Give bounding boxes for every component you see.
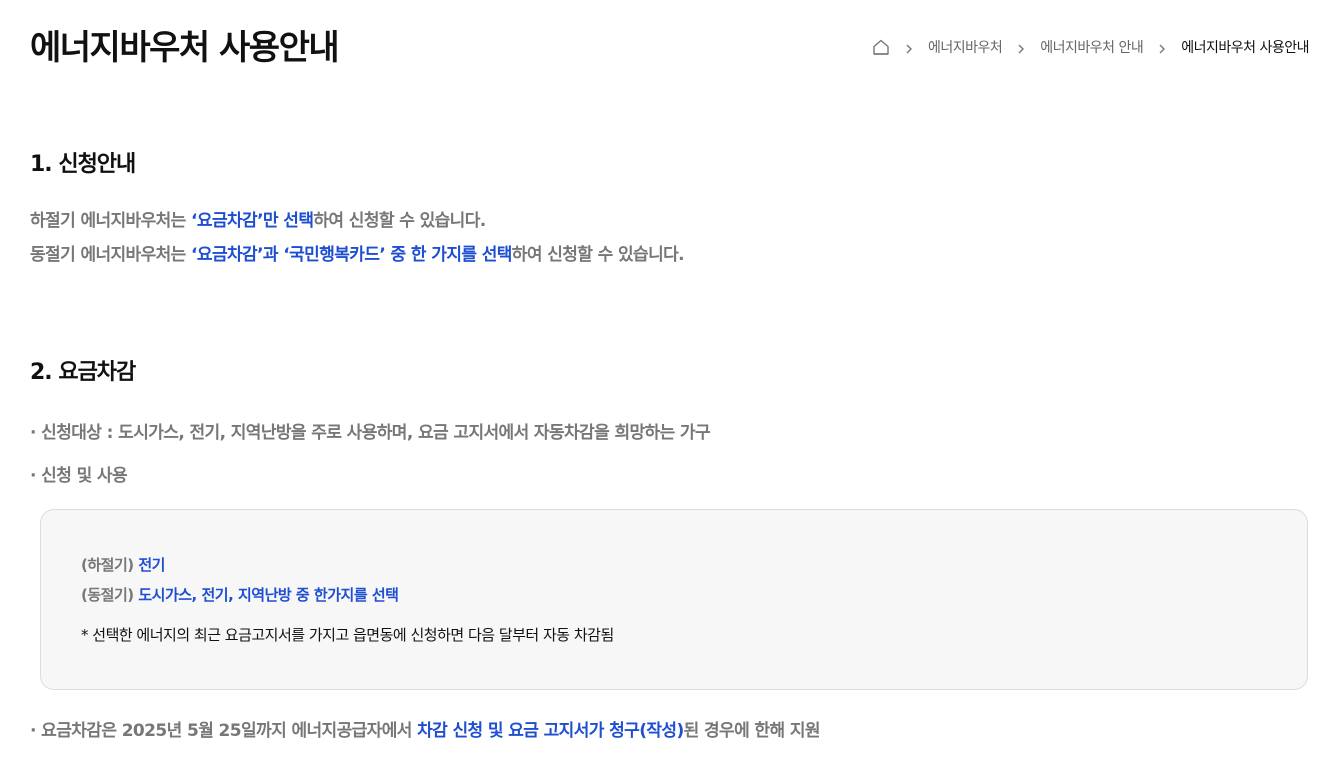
chevron-right-icon [1016, 42, 1026, 54]
highlight-text: ‘요금차감’과 ‘국민행복카드’ 중 한 가지를 선택 [191, 245, 512, 265]
breadcrumb-item-energy-voucher[interactable]: 에너지바우처 [928, 37, 1003, 57]
season-label: (동절기) [81, 586, 139, 604]
eligibility-bullet: · 신청대상 : 도시가스, 전기, 지역난방을 주로 사용하며, 요금 고지서… [30, 423, 711, 443]
season-label: (하절기) [81, 556, 139, 574]
deduction-deadline-bullet: · 요금차감은 2025년 5월 25일까지 에너지공급자에서 차감 신청 및 … [30, 716, 821, 741]
text-segment: · 요금차감은 2025년 5월 25일까지 에너지공급자에서 [30, 721, 418, 741]
highlight-text: ‘요금차감’만 선택 [191, 211, 314, 231]
summer-application-text: 하절기 에너지바우처는 ‘요금차감’만 선택하여 신청할 수 있습니다. [30, 204, 486, 238]
summer-energy-line: (하절기) 전기 [81, 554, 165, 575]
winter-application-text: 동절기 에너지바우처는 ‘요금차감’과 ‘국민행복카드’ 중 한 가지를 선택하… [30, 238, 685, 272]
info-box: (하절기) 전기 (동절기) 도시가스, 전기, 지역난방 중 한가지를 선택 … [40, 509, 1308, 690]
auto-deduction-note: * 선택한 에너지의 최근 요금고지서를 가지고 읍면동에 신청하면 다음 달부… [81, 626, 614, 644]
section-title-fee-deduction: 2. 요금차감 [30, 360, 136, 385]
application-usage-bullet: · 신청 및 사용 [30, 466, 128, 486]
summer-energy-value: 전기 [138, 556, 165, 574]
winter-energy-line: (동절기) 도시가스, 전기, 지역난방 중 한가지를 선택 [81, 584, 399, 605]
winter-energy-value: 도시가스, 전기, 지역난방 중 한가지를 선택 [138, 586, 399, 604]
breadcrumb-item-current: 에너지바우처 사용안내 [1181, 40, 1309, 56]
breadcrumb-item-voucher-guide[interactable]: 에너지바우처 안내 [1040, 37, 1144, 57]
chevron-right-icon [904, 42, 914, 54]
text-segment: 된 경우에 한해 지원 [683, 721, 821, 741]
highlight-text: 차감 신청 및 요금 고지서가 청구(작성) [417, 721, 684, 741]
breadcrumb: 에너지바우처 에너지바우처 안내 에너지바우처 사용안내 [872, 37, 1309, 57]
text-segment: 하여 신청할 수 있습니다. [511, 245, 685, 265]
section-title-application-guide: 1. 신청안내 [30, 152, 136, 177]
home-icon[interactable] [872, 38, 890, 56]
text-segment: 하여 신청할 수 있습니다. [313, 211, 486, 231]
page-title: 에너지바우처 사용안내 [30, 28, 340, 68]
text-segment: 동절기 에너지바우처는 [30, 245, 192, 265]
chevron-right-icon [1157, 42, 1167, 54]
text-segment: 하절기 에너지바우처는 [30, 211, 192, 231]
